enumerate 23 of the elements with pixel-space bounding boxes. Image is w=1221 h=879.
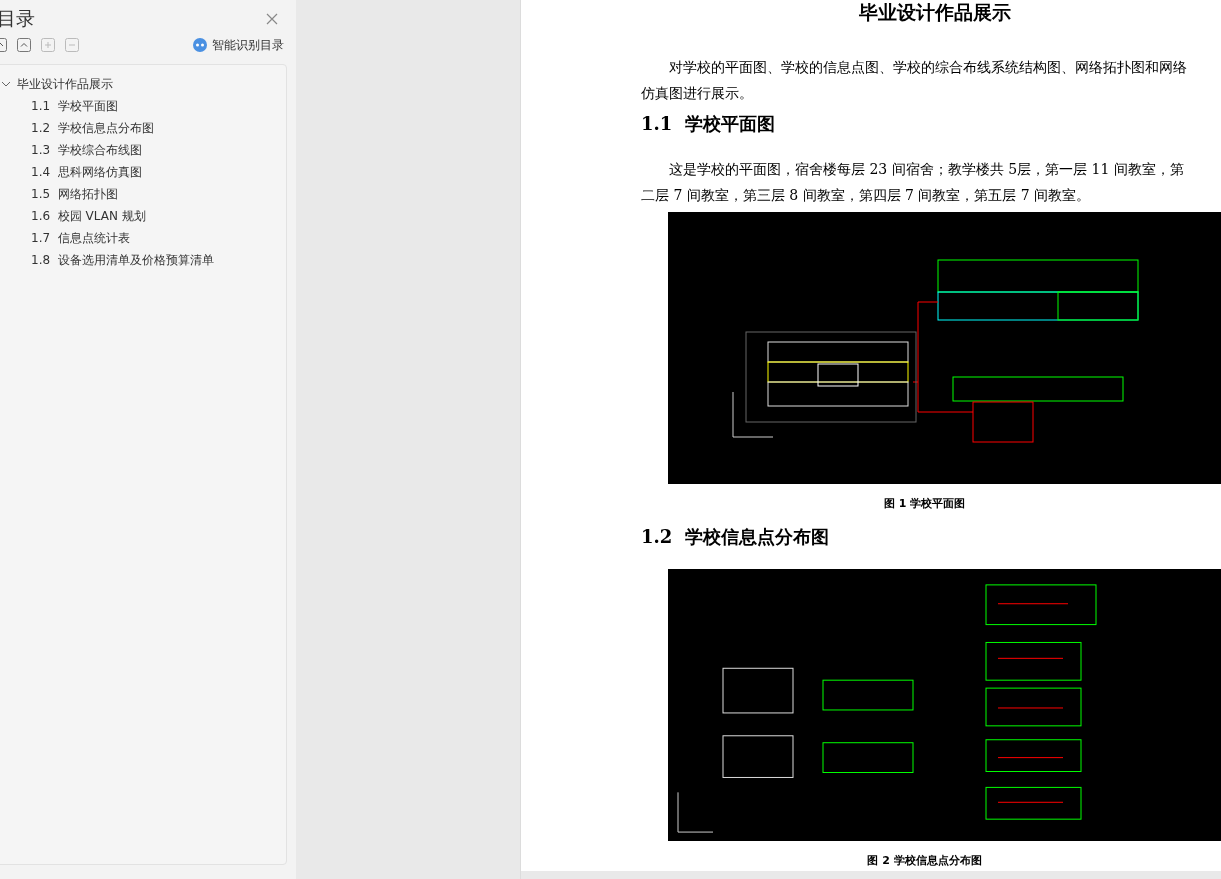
figure-caption: 图 1 学校平面图 — [882, 496, 967, 511]
toc-item[interactable]: 1.1 学校平面图 — [0, 95, 286, 117]
body-paragraph: 对学校的平面图、学校的信息点图、学校的综合布线系统结构图、网络拓扑图和网络仿真图进行展示。 — [641, 58, 1188, 103]
toc-item-label[interactable]: 毕业设计作品展示 — [17, 75, 113, 93]
smart-toc-button[interactable]: 智能识别目录 — [193, 36, 284, 54]
toc-item[interactable]: 1.3 学校综合布线图 — [0, 139, 286, 161]
toc-item[interactable]: 1.4 思科网络仿真图 — [0, 161, 286, 183]
figure-caption: 图 2 学校信息点分布图 — [866, 853, 983, 868]
toc-item[interactable]: 1.7 信息点统计表 — [0, 227, 286, 249]
sidebar-title: 目录 — [0, 6, 35, 31]
robot-face-icon — [193, 38, 207, 52]
section-heading: 1.2 学校信息点分布图 — [641, 525, 830, 549]
chevron-up-icon[interactable] — [17, 38, 31, 52]
toc-item[interactable]: 1.5 网络拓扑图 — [0, 183, 286, 205]
chevron-down-icon[interactable] — [1, 79, 11, 89]
toc-item[interactable]: 1.6 校园 VLAN 规划 — [0, 205, 286, 227]
section-heading: 1.1 学校平面图 — [641, 112, 776, 136]
toc-item[interactable]: 毕业设计作品展示 — [0, 73, 286, 95]
toc-item[interactable]: 1.2 学校信息点分布图 — [0, 117, 286, 139]
toc-item[interactable]: 1.8 设备选用清单及价格预算清单 — [0, 249, 286, 271]
close-icon[interactable] — [266, 13, 278, 25]
document-title: 毕业设计作品展示 — [858, 0, 1012, 24]
body-paragraph: 这是学校的平面图，宿舍楼每层 23 间宿舍；教学楼共 5层，第一层 11 间教室，第二层 7 间教室，第三层 8 间教室，第四层 7 间教室，第五层 7 间教室。 — [641, 160, 1185, 205]
